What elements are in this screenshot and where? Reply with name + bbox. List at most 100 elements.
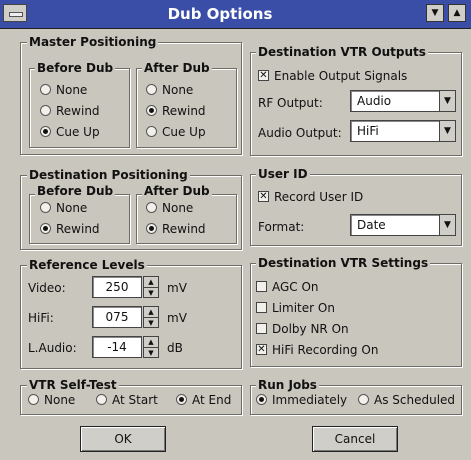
destination-after-rewind-label: Rewind — [162, 221, 206, 236]
master-after-rewind-label: Rewind — [162, 103, 206, 118]
destination-after-rewind-radio[interactable]: Rewind — [146, 221, 206, 236]
format-label: Format: — [258, 220, 305, 234]
radio-button-icon[interactable] — [146, 223, 157, 234]
agc-on-label: AGC On — [272, 279, 319, 294]
destination-after-none-radio[interactable]: None — [146, 200, 193, 215]
video-level-spinner[interactable]: ▲ ▼ — [143, 276, 159, 298]
self-test-at-start-label: At Start — [112, 392, 158, 407]
l-audio-level-label: L.Audio: — [28, 341, 77, 355]
window-title: Dub Options — [167, 5, 273, 23]
destination-before-none-radio[interactable]: None — [40, 200, 87, 215]
master-after-none-radio[interactable]: None — [146, 82, 193, 97]
run-jobs-immediately-radio[interactable]: Immediately — [256, 392, 347, 407]
radio-button-icon[interactable] — [40, 202, 51, 213]
hifi-recording-on-label: HiFi Recording On — [272, 342, 379, 357]
destination-before-none-label: None — [56, 200, 88, 215]
self-test-at-start-radio[interactable]: At Start — [96, 392, 158, 407]
format-dropdown-arrow-icon[interactable]: ▼ — [439, 215, 455, 235]
run-jobs-as-scheduled-label: As Scheduled — [374, 392, 456, 407]
destination-before-rewind-label: Rewind — [56, 221, 100, 236]
cancel-button[interactable]: Cancel — [312, 426, 398, 452]
master-after-cue-up-label: Cue Up — [162, 124, 206, 139]
video-level-input[interactable]: 250 — [92, 276, 142, 298]
hifi-level-label: HiFi: — [28, 311, 54, 325]
hifi-level-spinner[interactable]: ▲ ▼ — [143, 306, 159, 328]
self-test-none-radio[interactable]: None — [28, 392, 75, 407]
radio-button-icon[interactable] — [176, 394, 187, 405]
checkbox-icon[interactable]: ✕ — [256, 344, 267, 355]
run-jobs-immediately-label: Immediately — [272, 392, 348, 407]
l-audio-level-input[interactable]: -14 — [92, 336, 142, 358]
rf-output-label: RF Output: — [258, 96, 323, 110]
destination-before-dub-label: Before Dub — [35, 184, 116, 198]
audio-output-value: HiFi — [357, 124, 379, 138]
record-user-id-checkbox[interactable]: ✕ Record User ID — [258, 189, 363, 204]
minimize-icon: ▼ — [431, 8, 439, 18]
record-user-id-check[interactable]: ✕ — [258, 191, 269, 202]
rf-output-value: Audio — [357, 94, 392, 108]
radio-button-icon[interactable] — [146, 126, 157, 137]
dolby-nr-on-label: Dolby NR On — [272, 321, 349, 336]
master-before-cue-up-radio[interactable]: Cue Up — [40, 124, 100, 139]
l-audio-level-unit: dB — [167, 341, 183, 355]
hifi-level-input[interactable]: 075 — [92, 306, 142, 328]
spin-up-icon[interactable]: ▲ — [144, 337, 158, 348]
limiter-on-label: Limiter On — [272, 300, 335, 315]
l-audio-level-spinner[interactable]: ▲ ▼ — [143, 336, 159, 358]
master-after-cue-up-radio[interactable]: Cue Up — [146, 124, 206, 139]
master-before-none-radio[interactable]: None — [40, 82, 87, 97]
agc-on-checkbox[interactable]: AGC On — [256, 279, 319, 294]
minimize-button[interactable]: ▼ — [426, 4, 444, 22]
rf-output-dropdown[interactable]: Audio ▼ — [350, 90, 456, 112]
radio-button-icon[interactable] — [146, 84, 157, 95]
destination-vtr-settings-label: Destination VTR Settings — [256, 256, 431, 270]
checkbox-icon[interactable] — [256, 281, 267, 292]
radio-button-icon[interactable] — [146, 105, 157, 116]
vtr-self-test-label: VTR Self-Test — [27, 378, 119, 392]
enable-output-signals-check[interactable]: ✕ — [258, 70, 269, 81]
enable-output-signals-checkbox[interactable]: ✕ Enable Output Signals — [258, 68, 407, 83]
spin-up-icon[interactable]: ▲ — [144, 277, 158, 288]
spin-down-icon[interactable]: ▼ — [144, 318, 158, 328]
self-test-at-end-radio[interactable]: At End — [176, 392, 231, 407]
rf-output-dropdown-arrow-icon[interactable]: ▼ — [439, 91, 455, 111]
spin-up-icon[interactable]: ▲ — [144, 307, 158, 318]
spin-down-icon[interactable]: ▼ — [144, 348, 158, 358]
video-level-unit: mV — [167, 281, 187, 295]
master-before-rewind-radio[interactable]: Rewind — [40, 103, 100, 118]
run-jobs-as-scheduled-radio[interactable]: As Scheduled — [358, 392, 455, 407]
master-after-rewind-radio[interactable]: Rewind — [146, 103, 206, 118]
maximize-button[interactable]: ▲ — [448, 4, 466, 22]
radio-button-icon[interactable] — [40, 84, 51, 95]
radio-button-icon[interactable] — [28, 394, 39, 405]
radio-button-icon[interactable] — [40, 105, 51, 116]
radio-button-icon[interactable] — [40, 126, 51, 137]
destination-after-dub-label: After Dub — [142, 184, 212, 198]
format-value: Date — [357, 218, 386, 232]
limiter-on-checkbox[interactable]: Limiter On — [256, 300, 335, 315]
dolby-nr-on-checkbox[interactable]: Dolby NR On — [256, 321, 349, 336]
checkbox-icon[interactable] — [256, 323, 267, 334]
reference-levels-label: Reference Levels — [27, 258, 147, 272]
destination-before-rewind-radio[interactable]: Rewind — [40, 221, 100, 236]
run-jobs-label: Run Jobs — [256, 378, 319, 392]
master-before-dub-label: Before Dub — [35, 61, 116, 75]
audio-output-dropdown[interactable]: HiFi ▼ — [350, 120, 456, 142]
audio-output-dropdown-arrow-icon[interactable]: ▼ — [439, 121, 455, 141]
format-dropdown[interactable]: Date ▼ — [350, 214, 456, 236]
master-positioning-label: Master Positioning — [27, 35, 159, 49]
spin-down-icon[interactable]: ▼ — [144, 288, 158, 298]
self-test-at-end-label: At End — [192, 392, 232, 407]
radio-button-icon[interactable] — [256, 394, 267, 405]
radio-button-icon[interactable] — [146, 202, 157, 213]
ok-button[interactable]: OK — [80, 426, 166, 452]
maximize-icon: ▲ — [453, 8, 461, 18]
user-id-label: User ID — [256, 167, 310, 181]
checkbox-icon[interactable] — [256, 302, 267, 313]
radio-button-icon[interactable] — [40, 223, 51, 234]
radio-button-icon[interactable] — [96, 394, 107, 405]
radio-button-icon[interactable] — [358, 394, 369, 405]
hifi-recording-on-checkbox[interactable]: ✕ HiFi Recording On — [256, 342, 378, 357]
system-menu-button[interactable] — [3, 4, 27, 22]
destination-positioning-label: Destination Positioning — [27, 168, 190, 182]
